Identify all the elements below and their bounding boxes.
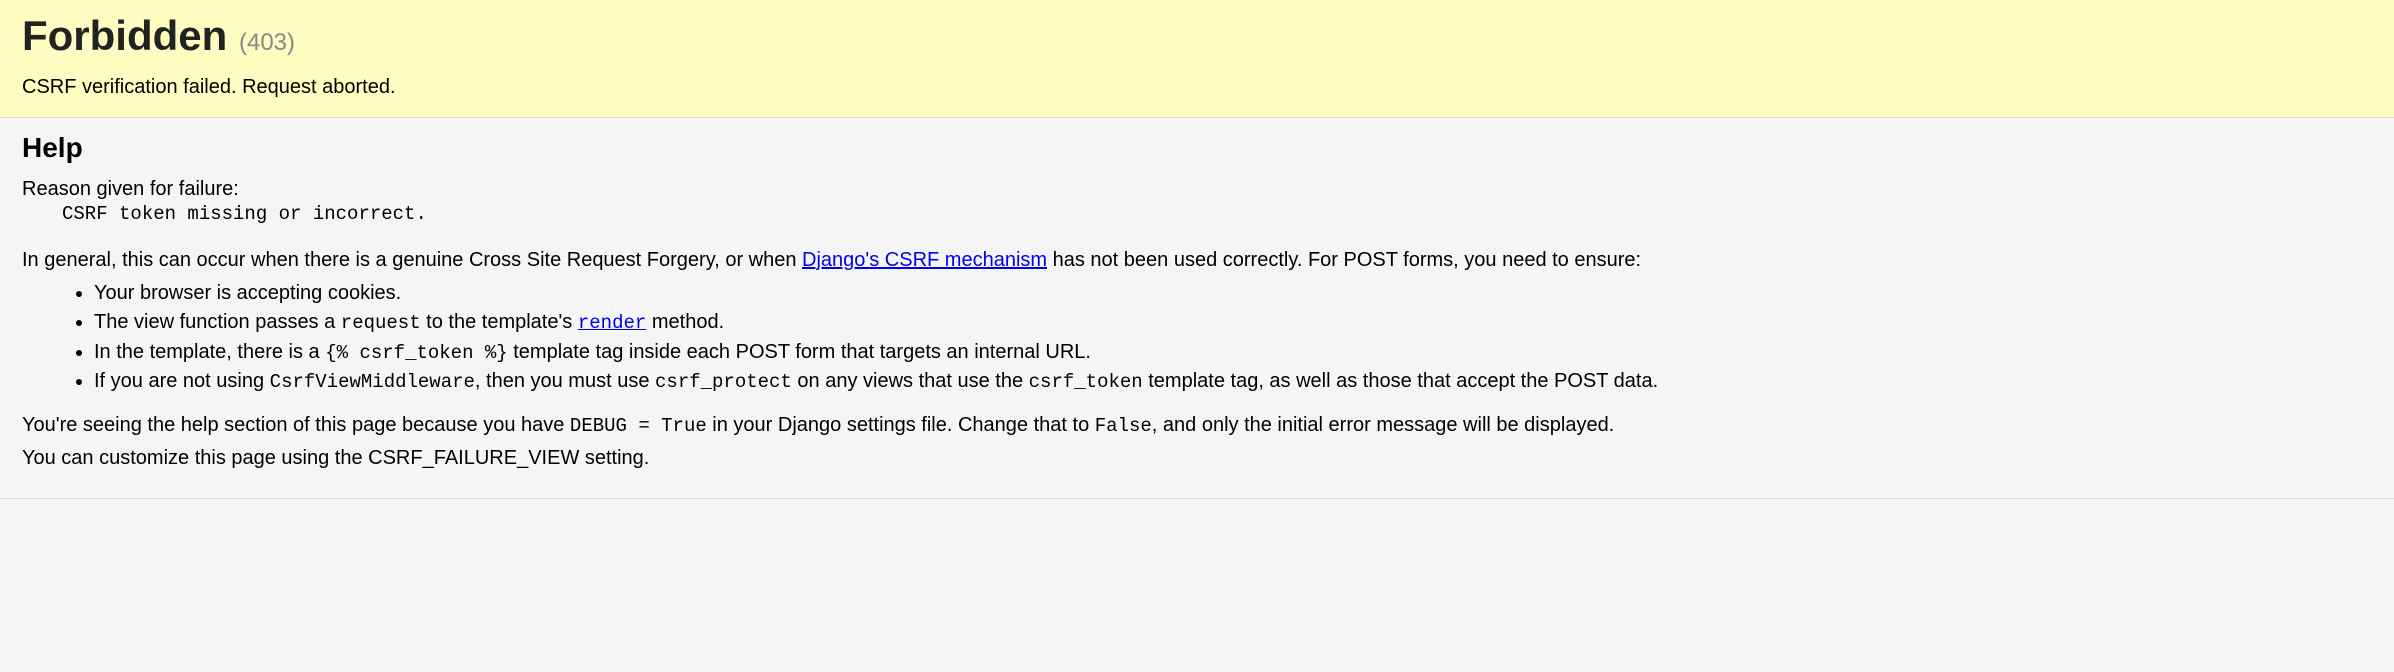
reason-label: Reason given for failure:: [22, 178, 2372, 201]
code-debug-true: DEBUG = True: [570, 415, 707, 437]
error-title: Forbidden (403): [22, 12, 2372, 60]
debug-mid: in your Django settings file. Change tha…: [707, 414, 1095, 436]
bullet-render-post: method.: [646, 311, 724, 333]
bullet-token-pre: In the template, there is a: [94, 341, 325, 363]
code-false: False: [1095, 415, 1152, 437]
help-section: Help Reason given for failure: CSRF toke…: [0, 118, 2394, 499]
debug-pre: You're seeing the help section of this p…: [22, 414, 570, 436]
bullet-mw-post: template tag, as well as those that acce…: [1143, 370, 1658, 392]
code-csrf-middleware: CsrfViewMiddleware: [270, 371, 475, 393]
list-item: In the template, there is a {% csrf_toke…: [94, 339, 2372, 367]
bullet-cookies: Your browser is accepting cookies.: [94, 282, 401, 304]
list-item: Your browser is accepting cookies.: [94, 280, 2372, 307]
code-csrf-token-tag: {% csrf_token %}: [325, 342, 507, 364]
customize-note: You can customize this page using the CS…: [22, 447, 2372, 470]
error-title-text: Forbidden: [22, 12, 227, 59]
bullet-render-pre: The view function passes a: [94, 311, 341, 333]
code-request: request: [341, 312, 421, 334]
code-csrf-token: csrf_token: [1029, 371, 1143, 393]
help-intro: In general, this can occur when there is…: [22, 249, 2372, 272]
error-header: Forbidden (403) CSRF verification failed…: [0, 0, 2394, 118]
debug-note: You're seeing the help section of this p…: [22, 414, 2372, 437]
csrf-mechanism-link[interactable]: Django's CSRF mechanism: [802, 249, 1047, 271]
help-intro-pre: In general, this can occur when there is…: [22, 249, 802, 271]
help-heading: Help: [22, 132, 2372, 164]
list-item: The view function passes a request to th…: [94, 309, 2372, 337]
bullet-mw-pre: If you are not using: [94, 370, 270, 392]
debug-post: , and only the initial error message wil…: [1152, 414, 1614, 436]
bullet-mw-mid1: , then you must use: [475, 370, 655, 392]
code-csrf-protect: csrf_protect: [655, 371, 792, 393]
bullet-token-post: template tag inside each POST form that …: [508, 341, 1091, 363]
help-intro-post: has not been used correctly. For POST fo…: [1047, 249, 1641, 271]
render-link[interactable]: render: [578, 312, 646, 334]
bullet-mw-mid2: on any views that use the: [792, 370, 1029, 392]
error-status-code: (403): [239, 29, 295, 56]
bullet-render-mid: to the template's: [421, 311, 578, 333]
error-summary: CSRF verification failed. Request aborte…: [22, 76, 2372, 99]
help-bullet-list: Your browser is accepting cookies. The v…: [22, 280, 2372, 396]
list-item: If you are not using CsrfViewMiddleware,…: [94, 368, 2372, 396]
reason-value: CSRF token missing or incorrect.: [22, 203, 2372, 225]
